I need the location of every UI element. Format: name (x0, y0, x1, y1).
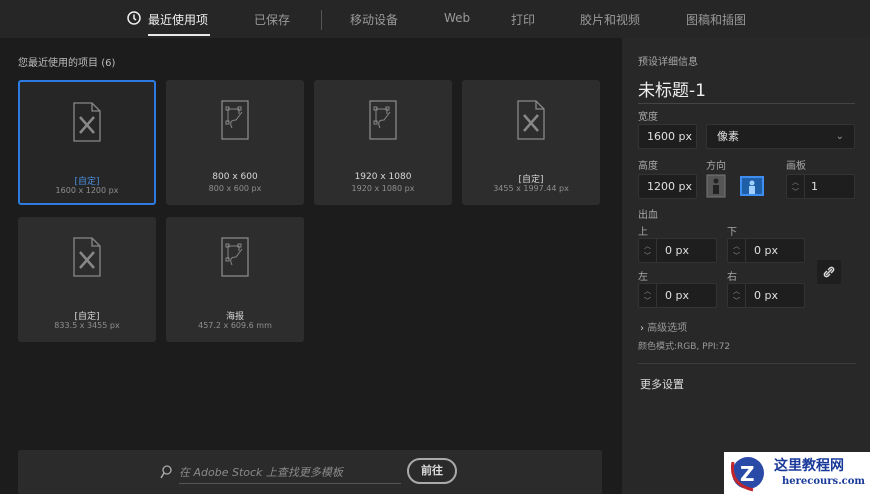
stepper-arrows-icon[interactable]: ︿ ﹀ (728, 239, 746, 262)
bleed-right-label: 右 (727, 272, 737, 283)
tab-web[interactable]: Web (444, 11, 470, 25)
watermark-z-icon: Z (730, 457, 764, 492)
recent-item-name: 1920 x 1080 (354, 172, 412, 182)
bleed-bottom-value: 0 px (754, 244, 778, 257)
recent-item-card[interactable]: [自定] 1600 x 1200 px (18, 80, 156, 205)
preset-header: 预设详细信息 (638, 57, 698, 68)
search-icon (160, 465, 172, 479)
bleed-bottom-stepper[interactable]: ︿ ﹀ 0 px (727, 238, 805, 263)
tab-art-illustration[interactable]: 图稿和插图 (686, 11, 746, 28)
recent-item-size: 800 x 600 px (208, 184, 262, 193)
tab-saved[interactable]: 已保存 (254, 11, 290, 28)
bleed-label: 出血 (638, 210, 658, 221)
stepper-arrows-icon[interactable]: ︿ ﹀ (787, 175, 805, 198)
bleed-top-label: 上 (638, 227, 648, 238)
width-input[interactable]: 1600 px (638, 124, 697, 149)
landscape-orientation-button[interactable] (740, 176, 764, 196)
bleed-left-label: 左 (638, 272, 648, 283)
height-label: 高度 (638, 161, 658, 172)
recent-item-card[interactable]: 海报 457.2 x 609.6 mm (166, 217, 304, 342)
stepper-arrows-icon[interactable]: ︿ ﹀ (728, 284, 746, 307)
recent-section-title: 您最近使用的项目 (6) (18, 54, 115, 69)
tab-recent[interactable]: 最近使用项 (148, 11, 208, 28)
recent-count: (6) (101, 58, 116, 69)
artboard-document-icon (369, 100, 397, 140)
tab-print[interactable]: 打印 (511, 11, 535, 28)
clock-icon (127, 11, 141, 25)
unit-value: 像素 (717, 130, 739, 143)
custom-document-icon (517, 100, 545, 140)
more-settings-button[interactable]: 更多设置 (640, 376, 684, 392)
tab-film-video[interactable]: 胶片和视频 (580, 11, 640, 28)
height-input[interactable]: 1200 px (638, 174, 697, 199)
portrait-orientation-button[interactable] (706, 174, 726, 198)
color-mode-info: 颜色模式:RGB, PPI:72 (638, 342, 731, 352)
recent-item-name: 800 x 600 (212, 172, 258, 182)
custom-document-icon (73, 237, 101, 277)
tab-divider (321, 10, 322, 30)
recent-item-size: 457.2 x 609.6 mm (198, 321, 272, 330)
recent-title: 您最近使用的项目 (18, 58, 98, 69)
artboards-label: 画板 (786, 161, 806, 172)
width-label: 宽度 (638, 112, 658, 123)
stepper-arrows-icon[interactable]: ︿ ﹀ (639, 284, 657, 307)
document-title-input[interactable]: 未标题-1 (638, 76, 855, 104)
bleed-right-value: 0 px (754, 289, 778, 302)
bleed-right-stepper[interactable]: ︿ ﹀ 0 px (727, 283, 805, 308)
bleed-left-stepper[interactable]: ︿ ﹀ 0 px (638, 283, 717, 308)
watermark-en: herecours.com (782, 476, 866, 487)
bleed-top-value: 0 px (665, 244, 689, 257)
artboards-stepper[interactable]: ︿ ﹀ 1 (786, 174, 855, 199)
recent-item-card[interactable]: 800 x 600 800 x 600 px (166, 80, 304, 205)
stock-search-input[interactable]: 在 Adobe Stock 上查找更多模板 (179, 464, 401, 484)
svg-text:Z: Z (740, 462, 755, 486)
recent-item-size: 1600 x 1200 px (55, 186, 119, 195)
orientation-label: 方向 (706, 161, 726, 172)
watermark-logo: Z 这里教程网 herecours.com (724, 452, 870, 494)
stepper-arrows-icon[interactable]: ︿ ﹀ (639, 239, 657, 262)
stock-search-bar: 在 Adobe Stock 上查找更多模板 前往 (18, 450, 602, 494)
link-icon (823, 266, 835, 278)
chevron-right-icon: › (640, 323, 644, 334)
active-tab-indicator (148, 34, 210, 36)
recent-item-card[interactable]: 1920 x 1080 1920 x 1080 px (314, 80, 452, 205)
recent-item-size: 3455 x 1997.44 px (493, 184, 569, 193)
bleed-left-value: 0 px (665, 289, 689, 302)
advanced-options-toggle[interactable]: › 高级选项 (640, 319, 687, 334)
divider (638, 363, 856, 364)
chevron-down-icon: ⌄ (835, 131, 844, 142)
recent-item-card[interactable]: [自定] 3455 x 1997.44 px (462, 80, 600, 205)
top-tab-bar: 最近使用项 已保存 移动设备 Web 打印 胶片和视频 图稿和插图 (0, 0, 870, 38)
tab-mobile[interactable]: 移动设备 (350, 11, 398, 28)
custom-document-icon (73, 102, 101, 142)
advanced-label: 高级选项 (647, 323, 688, 334)
bleed-top-stepper[interactable]: ︿ ﹀ 0 px (638, 238, 717, 263)
watermark-cn: 这里教程网 (774, 458, 844, 474)
unit-select[interactable]: 像素 ⌄ (706, 124, 855, 149)
artboards-value: 1 (811, 180, 818, 193)
bleed-bottom-label: 下 (727, 227, 737, 238)
recent-item-size: 1920 x 1080 px (351, 184, 415, 193)
recent-item-size: 833.5 x 3455 px (54, 321, 120, 330)
artboard-document-icon (221, 237, 249, 277)
go-button[interactable]: 前往 (407, 458, 457, 484)
link-bleed-button[interactable] (817, 260, 841, 284)
recent-item-card[interactable]: [自定] 833.5 x 3455 px (18, 217, 156, 342)
artboard-document-icon (221, 100, 249, 140)
